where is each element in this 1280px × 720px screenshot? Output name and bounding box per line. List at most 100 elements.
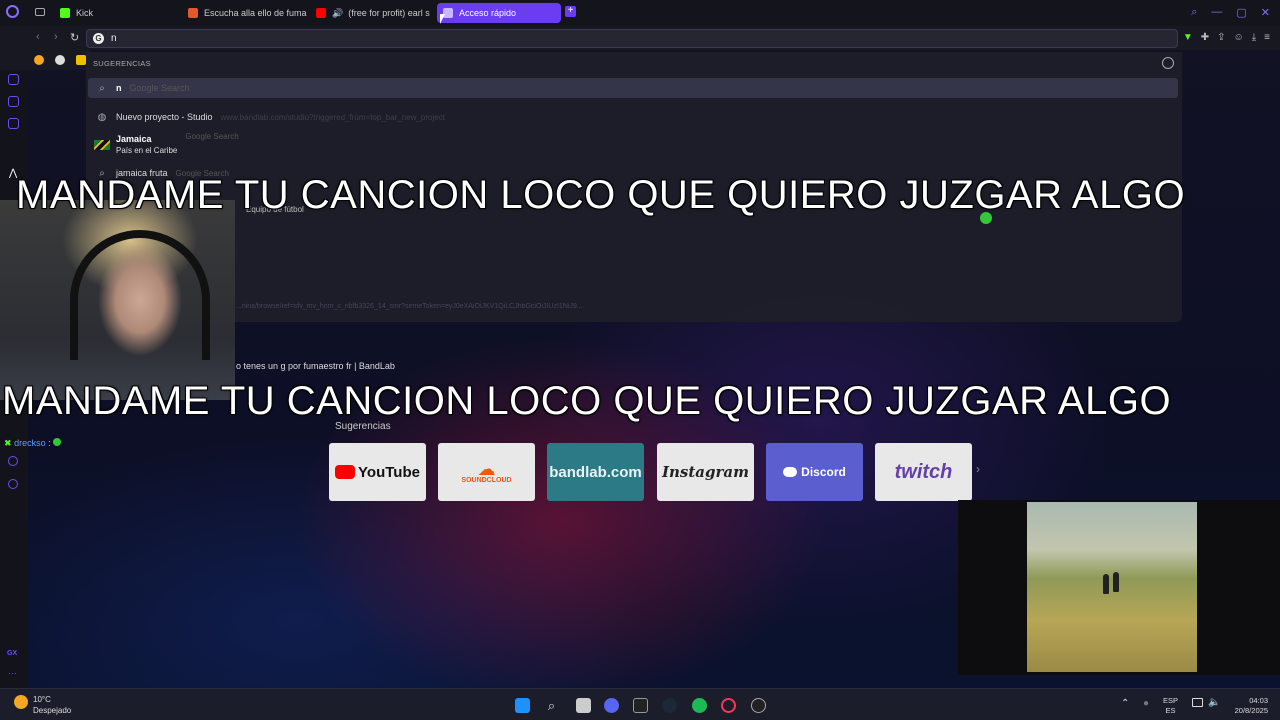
discord-icon [783,467,798,477]
speed-dial-label: Sugerencias [335,421,391,432]
extension-icon[interactable]: ▼ [1183,32,1193,43]
suggestion-subtitle: País en el Caribe [116,146,178,155]
suggestion-text: n [116,83,122,93]
person-figure [1113,572,1119,592]
jamaica-flag-icon [94,140,110,150]
sidebar-settings-icon[interactable] [8,479,18,489]
volume-icon[interactable]: 🔈 [1208,697,1220,708]
tab-kick[interactable]: Kick [54,3,179,23]
suggestion-search[interactable]: ⌕ n Google Search [88,78,1178,98]
search-tabs-icon[interactable]: ⌕ [1191,6,1197,19]
back-icon[interactable]: ‹ [36,31,40,43]
album-art [1027,502,1197,672]
tray-chevron-icon[interactable]: ⌃ [1121,698,1129,709]
suggestion-title: Nuevo proyecto - Studio [116,112,213,122]
chat-user[interactable]: drecksо [14,438,46,448]
tab-label: Escucha alla ello de fuma [204,8,307,18]
faded-url: ...nina/browse/ref=sfv_mv_hom_c_nbfb3326… [236,303,583,310]
kick-icon [60,8,70,18]
tile-bandlab[interactable]: bandlab.com [547,443,644,501]
sidebar-extensions-icon[interactable] [8,456,18,466]
file-explorer-icon[interactable] [576,698,591,713]
tile-discord[interactable]: Discord [766,443,863,501]
tab-youtube[interactable]: 🔊 (free for profit) earl s [310,3,435,23]
suggestion-title: Jamaica [116,134,152,144]
sidebar-history-icon[interactable] [8,96,19,107]
sidebar-player-icon[interactable] [8,118,19,129]
chat-message: ✖ drecksо : [4,438,62,449]
opera-gx-icon[interactable] [721,698,736,713]
profile-icon[interactable]: ☺ [1234,32,1244,43]
tab-acceso-rapido[interactable]: Acceso rápido [437,3,561,23]
youtube-icon [335,465,356,479]
green-emote-icon [980,212,992,224]
search-icon: ⌕ [99,82,105,94]
clock[interactable]: 04:03 20/8/2025 [1228,696,1268,716]
tile-soundcloud[interactable]: ☁ SOUNDCLOUD [438,443,535,501]
suggestion-hint: Google Search [129,83,190,93]
tile-instagram[interactable]: Instagram [657,443,754,501]
address-input[interactable]: G n [86,29,1178,48]
new-tab-button[interactable]: + [565,6,576,17]
minimize-icon[interactable]: — [1211,6,1222,19]
emoji-icon[interactable] [1162,57,1174,69]
opera-logo-icon[interactable] [6,5,19,18]
bookmark-icon[interactable] [55,55,65,65]
tab-bar: Kick Escucha alla ello de fuma 🔊 (free f… [0,0,1280,26]
more-icon[interactable]: ··· [8,668,17,678]
suggestion-jamaica[interactable]: Jamaica País en el Caribe Google Search [88,132,239,158]
close-icon[interactable]: ✕ [1261,6,1270,19]
tile-label: twitch [894,460,953,483]
share-icon[interactable]: ⇪ [1217,32,1225,43]
start-icon[interactable] [515,698,530,713]
chat-badge-icon: ✖ [4,438,12,448]
bandlab-result[interactable]: o tenes un g por fumaestro fr | BandLab [236,361,395,371]
address-bar-row: ‹ › ↻ G n ▼ ✚ ⇪ ☺ ⤓ ≡ [0,26,1280,50]
network-icon[interactable] [1192,698,1203,707]
puzzle-icon[interactable]: ✚ [1201,32,1209,43]
search-icon[interactable]: ⌕ [544,698,559,713]
epic-games-icon[interactable] [633,698,648,713]
suggestion-url: www.bandlab.com/studio?triggered_from=to… [220,112,445,122]
steam-icon[interactable] [662,698,677,713]
discord-icon[interactable] [604,698,619,713]
speaker-icon[interactable]: 🔊 [332,8,343,19]
tile-label: YouTube [358,463,420,481]
window-controls: ⌕ — ▢ ✕ [1191,6,1270,19]
youtube-icon [316,8,326,18]
mouse-cursor [440,14,445,24]
chat-emote-icon [53,438,62,446]
extension-icons: ▼ ✚ ⇪ ☺ ⤓ ≡ [1183,32,1270,43]
bookmark-icon[interactable] [76,55,86,65]
gx-label[interactable]: GX [7,650,17,657]
weather-temp: 10°C [33,695,51,704]
chevron-right-icon[interactable]: › [976,462,980,476]
bookmark-icon[interactable] [34,55,44,65]
forward-icon[interactable]: › [54,31,58,43]
tab-escucha[interactable]: Escucha alla ello de fuma [182,3,307,23]
suggestion-hint: Google Search [185,132,239,141]
tile-youtube[interactable]: YouTube [329,443,426,501]
lang-top: ESP [1163,696,1179,705]
bookmarks-bar [0,50,90,70]
obs-icon[interactable] [751,698,766,713]
workspaces-icon[interactable] [35,8,45,16]
tab-label: (free for profit) earl s [348,8,430,18]
tile-twitch[interactable]: twitch [875,443,972,501]
suggestion-history[interactable]: ◍ Nuevo proyecto - Studio www.bandlab.co… [88,107,445,127]
language-indicator[interactable]: ESP ES [1163,696,1178,716]
menu-icon[interactable]: ≡ [1264,32,1270,43]
sidebar-workspaces-icon[interactable] [8,74,19,85]
reload-icon[interactable]: ↻ [70,31,79,44]
maximize-icon[interactable]: ▢ [1236,6,1246,19]
weather-icon [14,695,28,709]
lang-bottom: ES [1165,706,1176,715]
headset [70,230,210,360]
spotify-icon[interactable] [692,698,707,713]
tile-label: bandlab.com [549,463,642,481]
tab-label: Kick [76,8,94,18]
mic-icon[interactable]: ● [1143,698,1149,709]
download-icon[interactable]: ⤓ [1252,32,1256,43]
person-figure [1103,574,1109,594]
weather-widget[interactable]: 10°C Despejado [33,694,71,716]
